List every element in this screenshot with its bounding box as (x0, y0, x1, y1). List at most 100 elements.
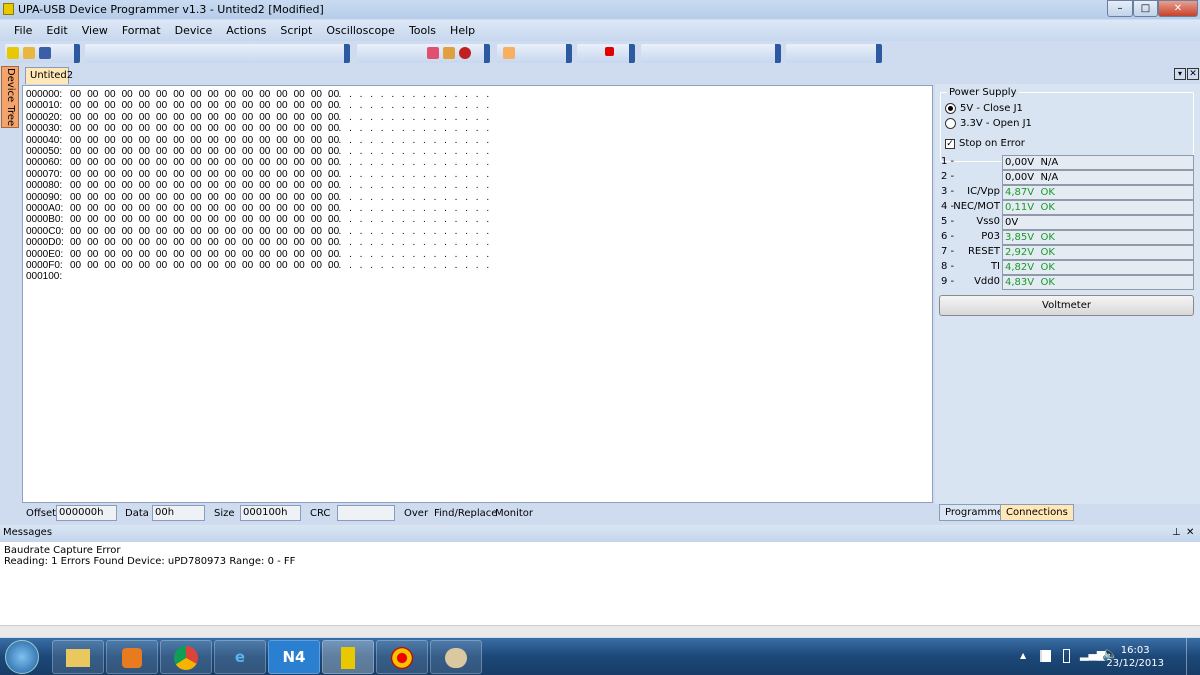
target-icon (391, 646, 413, 669)
title-bar: UPA-USB Device Programmer v1.3 - Untited… (0, 0, 1200, 19)
menu-tools[interactable]: Tools (409, 24, 436, 37)
hex-ascii[interactable]: . . . . . . . . . . . . . . . . (328, 260, 492, 271)
menu-device[interactable]: Device (175, 24, 213, 37)
hex-bytes[interactable]: 00 00 00 00 00 00 00 00 00 00 00 00 00 0… (70, 203, 339, 214)
hex-bytes[interactable]: 00 00 00 00 00 00 00 00 00 00 00 00 00 0… (70, 146, 339, 157)
taskbar-media-player[interactable] (106, 640, 158, 674)
pin-label: RESET (967, 246, 1000, 257)
battery-icon[interactable] (1063, 649, 1070, 663)
hex-bytes[interactable]: 00 00 00 00 00 00 00 00 00 00 00 00 00 0… (70, 100, 339, 111)
maximize-button[interactable]: □ (1133, 0, 1158, 17)
hex-ascii[interactable]: . . . . . . . . . . . . . . . . (328, 157, 492, 168)
open-icon[interactable] (23, 47, 35, 59)
taskbar-internet-explorer[interactable]: e (214, 640, 266, 674)
hex-address: 000050: (26, 146, 63, 157)
crc-field[interactable] (337, 505, 395, 521)
hex-bytes[interactable]: 00 00 00 00 00 00 00 00 00 00 00 00 00 0… (70, 214, 339, 225)
hex-bytes[interactable]: 00 00 00 00 00 00 00 00 00 00 00 00 00 0… (70, 260, 339, 271)
radio-3v3[interactable]: 3.3V - Open J1 (945, 118, 1032, 129)
debug-bug-icon[interactable] (459, 47, 471, 59)
start-button[interactable] (5, 640, 39, 674)
hex-bytes[interactable]: 00 00 00 00 00 00 00 00 00 00 00 00 00 0… (70, 249, 339, 260)
data-field[interactable]: 00h (152, 505, 205, 521)
hex-ascii[interactable]: . . . . . . . . . . . . . . . . (328, 112, 492, 123)
hex-ascii[interactable]: . . . . . . . . . . . . . . . . (328, 123, 492, 134)
radio-unchecked-icon[interactable] (945, 118, 956, 129)
hex-ascii[interactable]: . . . . . . . . . . . . . . . . (328, 135, 492, 146)
pin-icon[interactable]: ⊥ (1172, 527, 1181, 538)
new-icon[interactable] (7, 47, 19, 59)
pin-voltage: 0V (1002, 215, 1194, 230)
menu-oscilloscope[interactable]: Oscilloscope (326, 24, 395, 37)
close-tab-icon[interactable]: ✕ (1187, 68, 1199, 80)
radio-5v[interactable]: 5V - Close J1 (945, 103, 1023, 114)
menu-script[interactable]: Script (280, 24, 312, 37)
taskbar-explorer[interactable] (52, 640, 104, 674)
close-messages-icon[interactable]: ✕ (1186, 527, 1194, 538)
stop-icon[interactable] (605, 47, 614, 56)
settings-icon[interactable] (443, 47, 455, 59)
hex-bytes[interactable]: 00 00 00 00 00 00 00 00 00 00 00 00 00 0… (70, 180, 339, 191)
message-line: Reading: 1 Errors Found Device: uPD78097… (4, 556, 296, 567)
hex-ascii[interactable]: . . . . . . . . . . . . . . . . (328, 100, 492, 111)
menu-file[interactable]: File (14, 24, 32, 37)
taskbar-paint[interactable] (430, 640, 482, 674)
hex-ascii[interactable]: . . . . . . . . . . . . . . . . (328, 203, 492, 214)
pin-voltage: 3,85V OK (1002, 230, 1194, 245)
menu-help[interactable]: Help (450, 24, 475, 37)
menu-actions[interactable]: Actions (226, 24, 266, 37)
erase-icon[interactable] (427, 47, 439, 59)
minimize-button[interactable]: – (1107, 0, 1133, 17)
device-tree-tab[interactable]: Device Tree (1, 66, 19, 128)
find-replace-link[interactable]: Find/Replace (434, 508, 497, 519)
taskbar-programmer[interactable] (322, 640, 374, 674)
hex-bytes[interactable]: 00 00 00 00 00 00 00 00 00 00 00 00 00 0… (70, 226, 339, 237)
hex-bytes[interactable]: 00 00 00 00 00 00 00 00 00 00 00 00 00 0… (70, 192, 339, 203)
offset-field[interactable]: 000000h (56, 505, 117, 521)
save-icon[interactable] (39, 47, 51, 59)
hex-ascii[interactable]: . . . . . . . . . . . . . . . . (328, 249, 492, 260)
hex-address: 000070: (26, 168, 63, 180)
hex-bytes[interactable]: 00 00 00 00 00 00 00 00 00 00 00 00 00 0… (70, 157, 339, 168)
taskbar-chrome[interactable] (160, 640, 212, 674)
hex-bytes[interactable]: 00 00 00 00 00 00 00 00 00 00 00 00 00 0… (70, 112, 339, 123)
hex-ascii[interactable]: . . . . . . . . . . . . . . . . (328, 237, 492, 248)
window-title: UPA-USB Device Programmer v1.3 - Untited… (18, 3, 324, 16)
hex-ascii[interactable]: . . . . . . . . . . . . . . . . (328, 180, 492, 191)
hex-ascii[interactable]: . . . . . . . . . . . . . . . . (328, 146, 492, 157)
hex-ascii[interactable]: . . . . . . . . . . . . . . . . (328, 214, 492, 225)
hex-bytes[interactable]: 00 00 00 00 00 00 00 00 00 00 00 00 00 0… (70, 169, 339, 180)
hex-ascii[interactable]: . . . . . . . . . . . . . . . . (328, 169, 492, 180)
monitor-link[interactable]: Monitor (495, 508, 533, 519)
hex-ascii[interactable]: . . . . . . . . . . . . . . . . (328, 89, 492, 100)
close-button[interactable]: ✕ (1158, 0, 1198, 17)
tab-connections[interactable]: Connections (1000, 504, 1074, 521)
tab-dropdown-icon[interactable]: ▾ (1174, 68, 1186, 80)
pointer-icon[interactable] (503, 47, 515, 59)
hex-bytes[interactable]: 00 00 00 00 00 00 00 00 00 00 00 00 00 0… (70, 89, 339, 100)
hex-editor[interactable]: 000000: 00 00 00 00 00 00 00 00 00 00 00 … (22, 85, 933, 503)
stop-on-error-checkbox[interactable]: ✓ Stop on Error (945, 138, 1025, 149)
menu-edit[interactable]: Edit (46, 24, 67, 37)
taskbar-target-app[interactable] (376, 640, 428, 674)
hex-ascii[interactable]: . . . . . . . . . . . . . . . . (328, 226, 492, 237)
voltmeter-button[interactable]: Voltmeter (939, 295, 1194, 316)
radio-checked-icon[interactable] (945, 103, 956, 114)
hex-ascii[interactable]: . . . . . . . . . . . . . . . . (328, 192, 492, 203)
menu-format[interactable]: Format (122, 24, 161, 37)
run-toolbar (577, 44, 635, 63)
hex-bytes[interactable]: 00 00 00 00 00 00 00 00 00 00 00 00 00 0… (70, 135, 339, 146)
checkbox-checked-icon[interactable]: ✓ (945, 138, 955, 149)
folder-icon (66, 648, 90, 667)
size-field[interactable]: 000100h (240, 505, 301, 521)
menu-view[interactable]: View (82, 24, 108, 37)
hex-bytes[interactable]: 00 00 00 00 00 00 00 00 00 00 00 00 00 0… (70, 237, 339, 248)
horizontal-scrollbar[interactable] (0, 625, 1200, 637)
taskbar-n4[interactable]: N4 (268, 640, 320, 674)
action-center-flag-icon[interactable] (1040, 650, 1051, 662)
system-clock[interactable]: 16:03 23/12/2013 (1106, 644, 1164, 670)
show-desktop-button[interactable] (1186, 638, 1200, 675)
show-hidden-icons[interactable]: ▲ (1020, 651, 1026, 660)
document-tab[interactable]: Untited2 (25, 67, 73, 84)
hex-bytes[interactable]: 00 00 00 00 00 00 00 00 00 00 00 00 00 0… (70, 123, 339, 134)
